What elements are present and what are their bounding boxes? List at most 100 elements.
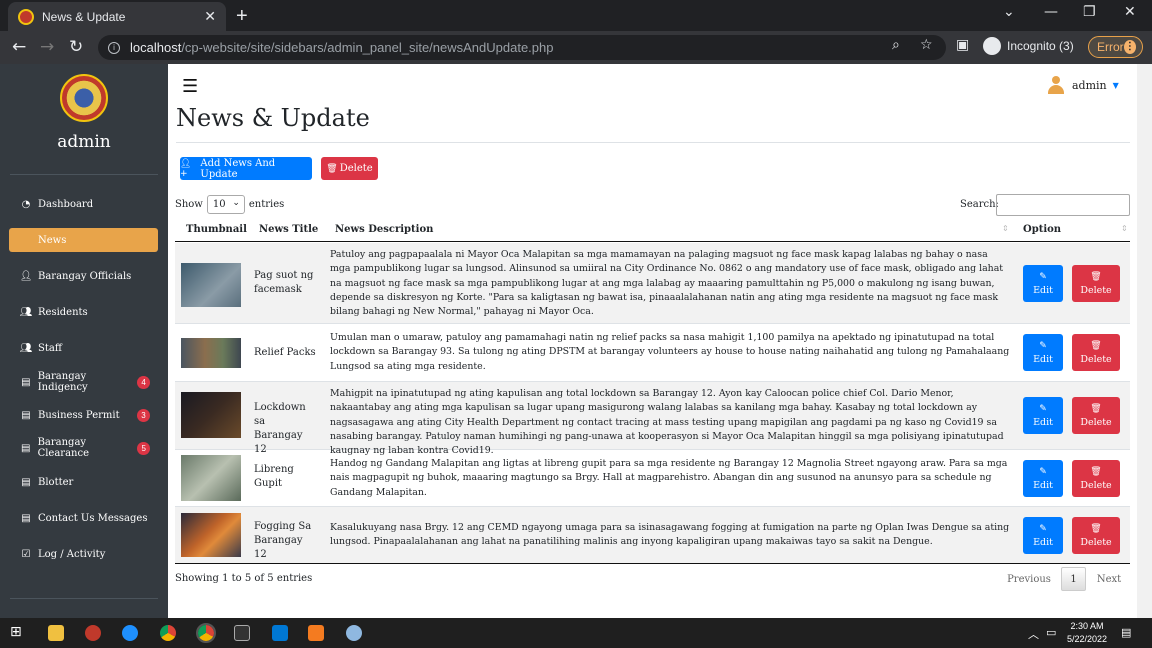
column-header-option[interactable]: Option — [1023, 224, 1061, 235]
incognito-indicator[interactable]: Incognito (3) — [983, 37, 1074, 55]
sidebar-item-contact-us-messages[interactable]: ▤ Contact Us Messages — [9, 506, 158, 530]
address-bar: ← → ↻ i localhost/cp-website/site/sideba… — [0, 31, 1152, 64]
sidebar-item-news[interactable]: News — [9, 228, 158, 252]
file-explorer-icon[interactable] — [48, 625, 64, 641]
column-header-news-title[interactable]: News Title — [259, 224, 318, 235]
column-header-thumbnail[interactable]: Thumbnail — [186, 224, 247, 235]
news-thumbnail — [181, 513, 241, 557]
news-title: Relief Packs — [254, 347, 316, 358]
restore-icon[interactable]: ❐ — [1083, 4, 1096, 20]
hamburger-menu-icon[interactable]: ☰ — [182, 76, 198, 97]
edit-button[interactable]: ✎ Edit — [1023, 265, 1063, 302]
terminal-icon[interactable] — [234, 625, 250, 641]
tab-search-chevron-icon[interactable]: ⌄ — [1003, 4, 1015, 20]
user-dropdown[interactable]: admin ▼ — [1048, 76, 1119, 94]
sidebar-divider — [10, 598, 158, 599]
title-divider — [176, 142, 1130, 143]
reload-icon[interactable]: ↻ — [69, 37, 83, 57]
delete-button[interactable]: 🗑︎ Delete — [1072, 334, 1120, 371]
delete-label: Delete — [1080, 416, 1112, 428]
new-tab-icon[interactable]: + — [236, 5, 248, 28]
user-avatar-icon — [1048, 76, 1064, 94]
edit-icon: ✎ — [1039, 523, 1047, 534]
sidebar-item-barangay-clearance[interactable]: ▤ Barangay Clearance 5 — [9, 436, 158, 460]
url-input[interactable]: i localhost/cp-website/site/sidebars/adm… — [98, 35, 946, 60]
chrome-active-icon[interactable] — [196, 623, 216, 643]
page-title: News & Update — [176, 104, 370, 132]
edge-icon[interactable] — [122, 625, 138, 641]
close-window-icon[interactable]: ✕ — [1124, 4, 1136, 20]
delete-button[interactable]: 🗑︎ Delete — [1072, 265, 1120, 302]
sidebar-item-log-activity[interactable]: ☑ Log / Activity — [9, 542, 158, 566]
pagination-previous[interactable]: Previous — [1004, 567, 1054, 591]
delete-label: Delete — [1080, 536, 1112, 548]
system-clock[interactable]: 2:30 AM 5/22/2022 — [1062, 620, 1112, 646]
search-label: Search: — [960, 199, 999, 210]
show-entries-control: Show 10 ⌄ entries — [175, 195, 284, 214]
close-tab-icon[interactable]: ✕ — [204, 8, 216, 25]
tab-title: News & Update — [42, 9, 126, 24]
sidebar-item-label: Barangay Clearance — [37, 437, 89, 459]
minimize-icon[interactable]: — — [1044, 4, 1058, 20]
users-icon: 👥︎ — [19, 342, 33, 354]
sidebar-item-residents[interactable]: 👥︎ Residents — [9, 300, 158, 324]
app-icon[interactable] — [346, 625, 362, 641]
network-icon[interactable]: ▭ — [1046, 626, 1056, 639]
add-news-button[interactable]: 👤︎+ Add News And Update — [180, 157, 312, 180]
site-favicon-icon — [18, 8, 34, 25]
news-thumbnail — [181, 455, 241, 501]
edit-icon: ✎ — [1039, 340, 1047, 351]
pagination-next[interactable]: Next — [1094, 567, 1124, 591]
menu-dots-icon: ⋮ — [1123, 40, 1136, 54]
edit-button[interactable]: ✎ Edit — [1023, 517, 1063, 554]
side-panel-icon[interactable]: ▣ — [956, 37, 969, 53]
sidebar-item-blotter[interactable]: ▤ Blotter — [9, 470, 158, 494]
forward-arrow-icon[interactable]: → — [40, 37, 54, 57]
delete-button[interactable]: 🗑︎ Delete — [1072, 460, 1120, 497]
column-header-news-description[interactable]: News Description — [335, 224, 433, 235]
trash-icon: 🗑︎ — [326, 163, 338, 174]
sidebar-item-dashboard[interactable]: ◔ Dashboard — [9, 192, 158, 216]
back-arrow-icon[interactable]: ← — [12, 37, 26, 57]
edit-button[interactable]: ✎ Edit — [1023, 397, 1063, 434]
delete-label: Delete — [1080, 353, 1112, 365]
entries-select[interactable]: 10 ⌄ — [206, 195, 245, 214]
edit-label: Edit — [1033, 479, 1053, 491]
caret-down-icon: ▼ — [1112, 80, 1119, 90]
windows-start-icon[interactable]: ⊞ — [10, 624, 26, 640]
zoom-icon[interactable]: ⌕ — [892, 37, 900, 53]
sort-icon[interactable]: ⇕ — [1002, 224, 1009, 233]
sidebar-item-barangay-indigency[interactable]: ▤ Barangay Indigency 4 — [9, 370, 158, 394]
news-thumbnail — [181, 392, 241, 438]
pagination-page-1[interactable]: 1 — [1061, 567, 1086, 591]
delete-button[interactable]: 🗑︎ Delete — [1072, 397, 1120, 434]
vscode-icon[interactable] — [272, 625, 288, 641]
bookmark-star-icon[interactable]: ☆ — [920, 37, 933, 53]
sidebar-item-business-permit[interactable]: ▤ Business Permit 3 — [9, 403, 158, 427]
xampp-icon[interactable] — [308, 625, 324, 641]
chevron-up-icon[interactable]: ︿ — [1028, 626, 1039, 642]
edit-label: Edit — [1033, 536, 1053, 548]
entries-info: Showing 1 to 5 of 5 entries — [175, 573, 313, 584]
page-scrollbar[interactable] — [1137, 64, 1152, 618]
sidebar-item-barangay-officials[interactable]: 👤︎ Barangay Officials — [9, 264, 158, 288]
edit-button[interactable]: ✎ Edit — [1023, 460, 1063, 497]
file-icon: ▤ — [21, 376, 31, 388]
app-icon[interactable] — [85, 625, 101, 641]
sidebar-item-label: Blotter — [38, 476, 74, 488]
chrome-icon[interactable] — [160, 625, 176, 641]
bulk-delete-button[interactable]: 🗑︎ Delete — [321, 157, 378, 180]
sidebar-item-staff[interactable]: 👥︎ Staff — [9, 336, 158, 360]
edit-button[interactable]: ✎ Edit — [1023, 334, 1063, 371]
sidebar-item-label: Contact Us Messages — [38, 512, 148, 524]
sort-icon[interactable]: ⇕ — [1121, 224, 1128, 233]
browser-tab[interactable]: News & Update ✕ — [8, 2, 226, 31]
table-row: Pag suot ng facemask Patuloy ang pagpapa… — [175, 243, 1130, 324]
search-input[interactable] — [996, 194, 1130, 216]
delete-button[interactable]: 🗑︎ Delete — [1072, 517, 1120, 554]
url-host: localhost — [130, 40, 182, 55]
error-button[interactable]: Error ⋮ — [1088, 36, 1143, 58]
site-info-icon[interactable]: i — [108, 41, 120, 54]
table-header: Thumbnail News Title News Description ⇕ … — [175, 219, 1130, 242]
notification-icon[interactable]: ▤ — [1121, 626, 1131, 639]
